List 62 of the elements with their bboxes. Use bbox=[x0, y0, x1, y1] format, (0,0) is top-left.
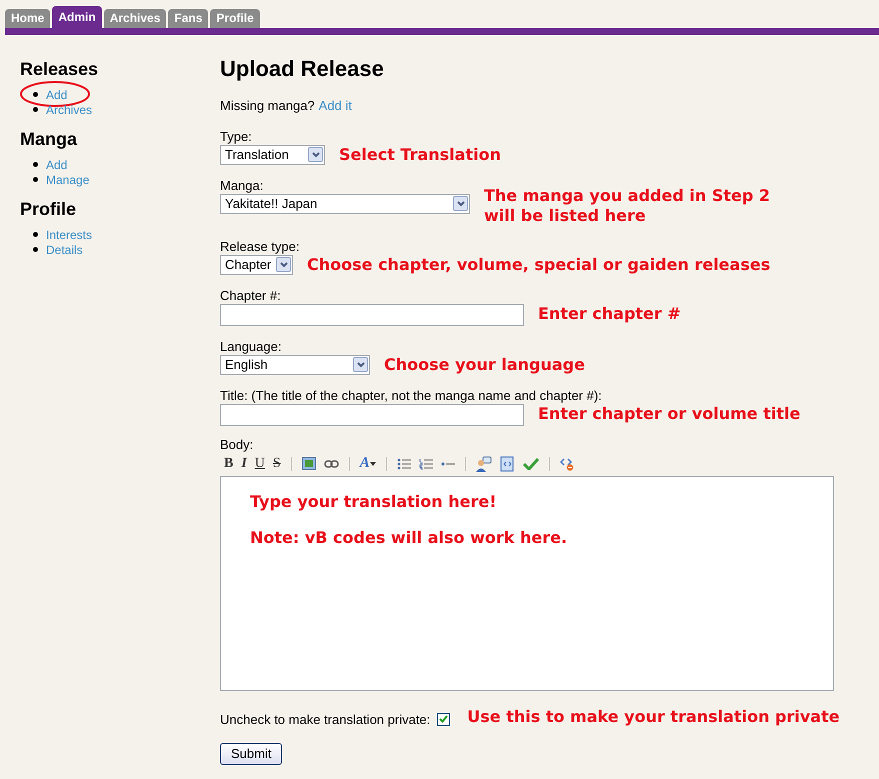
dropdown[interactable]: Yakitate!! Japan bbox=[220, 194, 470, 214]
horizontal-rule-icon[interactable] bbox=[440, 462, 455, 466]
dropdown[interactable]: Translation bbox=[220, 144, 325, 164]
sidebar-heading: Manga bbox=[20, 129, 78, 149]
document-icon[interactable] bbox=[500, 456, 515, 472]
nav-tab[interactable]: Archives bbox=[104, 9, 166, 28]
nav-tab[interactable]: Admin bbox=[52, 6, 102, 28]
numbered-list-icon[interactable] bbox=[418, 458, 433, 470]
field-label: Type: bbox=[220, 128, 253, 144]
checkbox-label: Uncheck to make translation private: bbox=[220, 710, 430, 729]
field-label: Chapter #: bbox=[220, 288, 282, 302]
caret-icon bbox=[280, 262, 288, 268]
caret-icon bbox=[312, 152, 320, 158]
field-label: Release type: bbox=[220, 238, 300, 254]
sidebar-link[interactable]: Manage bbox=[46, 170, 90, 188]
annotation-text: The manga you added in Step 2 will be listed here bbox=[484, 186, 770, 226]
checkmark-icon[interactable] bbox=[522, 457, 539, 470]
field-label: Body: bbox=[220, 436, 254, 452]
user-speech-icon[interactable] bbox=[476, 456, 492, 472]
underline-button[interactable]: U bbox=[250, 453, 269, 474]
link-icon[interactable] bbox=[324, 460, 339, 468]
annotation-text: Type your translation here! bbox=[250, 492, 496, 512]
bulleted-list-icon[interactable] bbox=[396, 458, 411, 470]
field-label: Manga: bbox=[220, 178, 264, 192]
sidebar-link[interactable]: Add bbox=[46, 156, 68, 174]
field-label: Language: bbox=[220, 338, 282, 354]
annotation-text: Note: vB codes will also work here. bbox=[250, 528, 568, 548]
annotation-text: Select Translation bbox=[339, 144, 501, 164]
check-icon bbox=[439, 715, 448, 724]
field-label: Title: (The title of the chapter, not the manga name and chapter #): bbox=[220, 388, 603, 402]
caret-icon bbox=[356, 362, 364, 368]
dropdown[interactable]: Chapter bbox=[220, 254, 293, 274]
missing-manga-text: Missing manga? bbox=[220, 97, 315, 115]
caret-icon bbox=[456, 200, 464, 206]
text-field[interactable] bbox=[220, 404, 524, 426]
nav-tab[interactable]: Fans bbox=[168, 9, 208, 28]
sidebar-link[interactable]: Interests bbox=[46, 226, 92, 244]
text-field[interactable] bbox=[220, 304, 524, 326]
dropdown[interactable]: English bbox=[220, 354, 370, 374]
strikethrough-button[interactable]: S bbox=[268, 453, 285, 474]
nav-tab[interactable]: Home bbox=[5, 9, 50, 28]
font-color-button[interactable]: A bbox=[356, 452, 380, 475]
sidebar-link[interactable]: Details bbox=[46, 240, 83, 258]
sidebar-heading: Profile bbox=[20, 199, 78, 219]
annotation-text: Enter chapter or volume title bbox=[538, 404, 800, 424]
bold-button[interactable]: B bbox=[220, 453, 238, 474]
italic-button[interactable]: I bbox=[237, 453, 251, 474]
annotation-text: Enter chapter # bbox=[538, 304, 681, 324]
sidebar-heading: Releases bbox=[20, 59, 100, 79]
page-title: Upload Release bbox=[220, 56, 385, 82]
caret-icon bbox=[370, 462, 376, 466]
body-editor[interactable]: Type your translation here! Note: vB codes will also work here. bbox=[220, 476, 834, 690]
public-checkbox[interactable] bbox=[437, 712, 450, 726]
sidebar-link[interactable]: Archives bbox=[46, 100, 92, 118]
annotation-text: Choose chapter, volume, special or gaiden releases bbox=[307, 254, 770, 274]
add-manga-link[interactable]: Add it bbox=[318, 96, 352, 116]
nav-tab[interactable]: Profile bbox=[210, 9, 260, 28]
submit-button[interactable]: Submit bbox=[220, 743, 282, 765]
annotation-text: Choose your language bbox=[384, 354, 585, 374]
image-icon[interactable] bbox=[302, 457, 316, 470]
annotation-text: Use this to make your translation private bbox=[467, 707, 840, 728]
remove-formatting-icon[interactable] bbox=[560, 456, 574, 470]
